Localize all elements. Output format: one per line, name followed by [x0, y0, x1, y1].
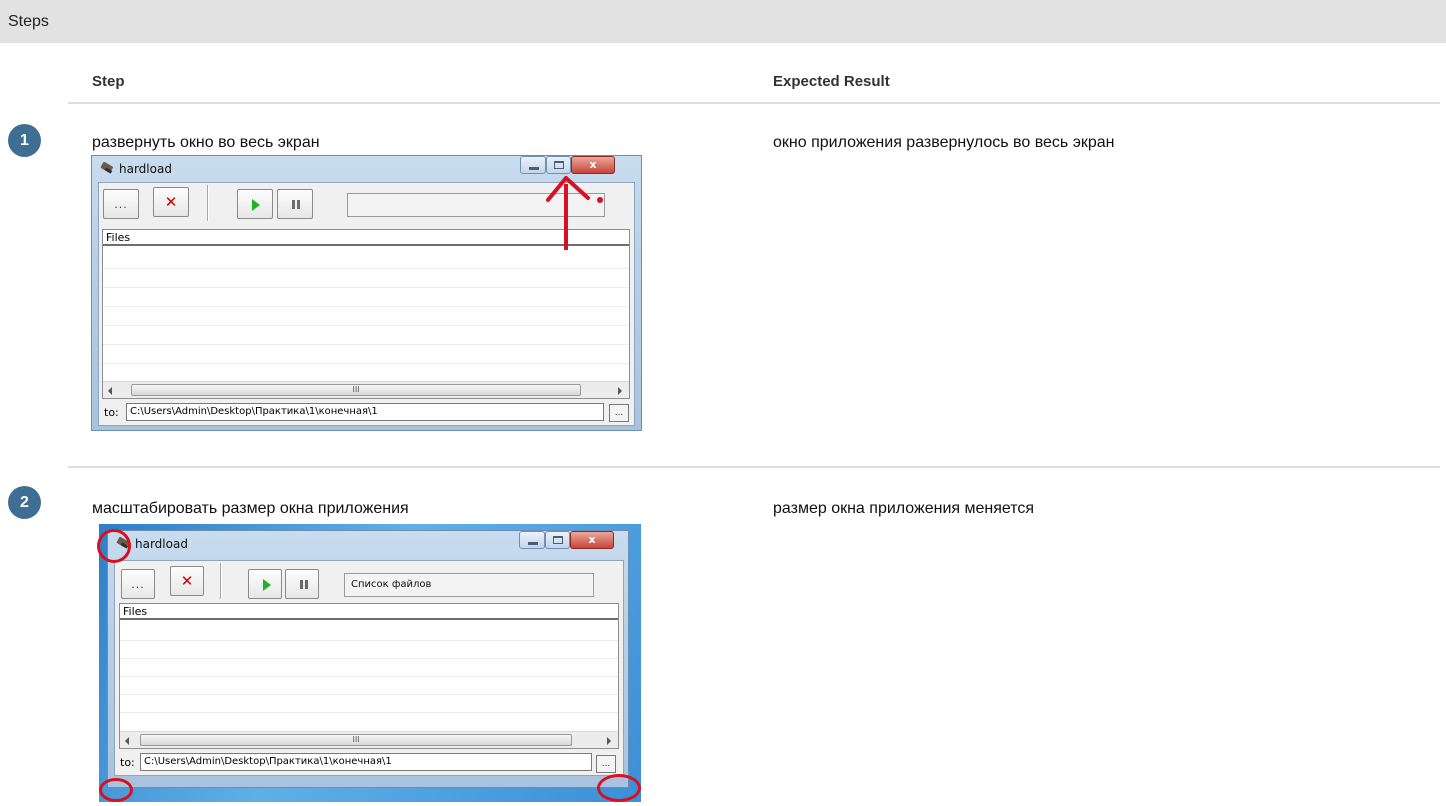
close-button[interactable]: x [570, 531, 614, 549]
destination-path-input[interactable]: C:\Users\Admin\Desktop\Практика\1\конечн… [126, 403, 604, 421]
minimize-button[interactable] [520, 156, 546, 174]
window-title: hardload [119, 162, 172, 176]
files-list[interactable]: Files III [102, 229, 630, 399]
section-title: Steps [8, 13, 49, 30]
play-icon [252, 199, 260, 211]
maximize-button[interactable] [546, 156, 571, 174]
scroll-left-icon[interactable] [108, 387, 112, 395]
maximize-button[interactable] [545, 531, 570, 549]
step-number-badge: 1 [8, 124, 41, 157]
scroll-right-icon[interactable] [618, 387, 622, 395]
app-icon [100, 161, 113, 174]
destination-label: to: [104, 406, 119, 419]
app-window-screenshot: hardload x ... ✕ Список файлов Files III… [99, 524, 641, 802]
list-row-line [103, 363, 629, 364]
toolbar-separator [207, 185, 209, 221]
window-title: hardload [135, 537, 188, 551]
red-circle-annotation [597, 774, 641, 802]
cancel-button[interactable]: ✕ [170, 566, 204, 596]
step-expected-text: размер окна приложения меняется [773, 500, 1035, 517]
files-column-header[interactable]: Files [120, 604, 618, 620]
red-circle-annotation [99, 778, 133, 802]
scrollbar-thumb[interactable]: III [140, 734, 572, 746]
list-row-line [120, 694, 618, 695]
destination-label: to: [120, 756, 135, 769]
destination-browse-button[interactable]: ... [596, 755, 616, 773]
scroll-right-icon[interactable] [607, 737, 611, 745]
column-header-step: Step [92, 73, 125, 90]
status-field [347, 193, 605, 217]
list-row-line [120, 658, 618, 659]
step-expected-text: окно приложения развернулось во весь экр… [773, 134, 1115, 151]
list-row-line [103, 325, 629, 326]
destination-browse-button[interactable]: ... [609, 404, 629, 422]
list-row-line [120, 676, 618, 677]
scrollbar-thumb[interactable]: III [131, 384, 581, 396]
minimize-icon [529, 167, 539, 170]
window-titlebar: hardload x [91, 155, 642, 181]
window-client-area: ... ✕ Files III to: C:\Users\Admin\Deskt… [98, 182, 635, 426]
app-window-screenshot: hardload x ... ✕ Files III to: C:\Users\… [91, 155, 642, 431]
horizontal-scrollbar[interactable]: III [103, 381, 629, 398]
step-divider [68, 466, 1440, 468]
status-field: Список файлов [344, 573, 594, 597]
list-row-line [120, 712, 618, 713]
pause-button[interactable] [285, 569, 319, 599]
scroll-left-icon[interactable] [125, 737, 129, 745]
start-button[interactable] [248, 569, 282, 599]
red-circle-annotation [97, 529, 131, 563]
maximize-icon [553, 536, 563, 544]
header-divider [68, 102, 1440, 104]
cancel-button[interactable]: ✕ [153, 187, 189, 217]
steps-section-header: Steps [0, 0, 1446, 43]
pause-icon [300, 580, 308, 589]
minimize-icon [528, 542, 538, 545]
horizontal-scrollbar[interactable]: III [120, 731, 618, 748]
play-icon [263, 579, 271, 591]
window-client-area: ... ✕ Список файлов Files III to: C:\Use… [114, 560, 624, 776]
step-action-text: развернуть окно во весь экран [92, 134, 320, 151]
pause-icon [292, 200, 300, 209]
step-action-text: масштабировать размер окна приложения [92, 500, 409, 517]
files-column-header[interactable]: Files [103, 230, 629, 246]
browse-files-button[interactable]: ... [121, 569, 155, 599]
maximize-icon [554, 161, 564, 169]
step-number-badge: 2 [8, 486, 41, 519]
list-row-line [103, 268, 629, 269]
toolbar-separator [220, 563, 222, 599]
pause-button[interactable] [277, 189, 313, 219]
list-row-line [120, 640, 618, 641]
column-header-expected: Expected Result [773, 73, 890, 90]
close-button[interactable]: x [571, 156, 615, 174]
files-list[interactable]: Files III [119, 603, 619, 749]
list-row-line [103, 287, 629, 288]
minimize-button[interactable] [519, 531, 545, 549]
start-button[interactable] [237, 189, 273, 219]
list-row-line [103, 306, 629, 307]
window-titlebar: hardload x [107, 530, 629, 556]
browse-files-button[interactable]: ... [103, 189, 139, 219]
list-row-line [103, 344, 629, 345]
destination-path-input[interactable]: C:\Users\Admin\Desktop\Практика\1\конечн… [140, 753, 592, 771]
